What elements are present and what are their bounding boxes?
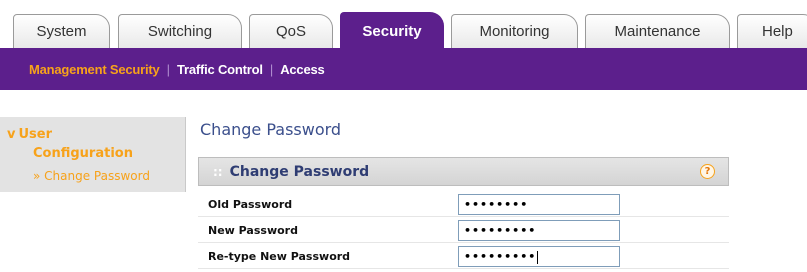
page-title: Change Password (200, 120, 342, 139)
retype-password-field[interactable]: ••••••••• (458, 246, 620, 267)
tab-maintenance[interactable]: Maintenance (585, 14, 730, 48)
sub-navigation: Management Security | Traffic Control | … (0, 48, 807, 90)
subnav-separator: | (166, 61, 170, 77)
expand-arrow-icon: v (7, 127, 16, 142)
sidebar-item-change-password[interactable]: » Change Password (33, 169, 150, 183)
subnav-traffic-control[interactable]: Traffic Control (177, 62, 263, 77)
help-icon[interactable]: ? (700, 164, 715, 179)
retype-password-value: ••••••••• (464, 250, 537, 263)
tab-qos[interactable]: QoS (249, 14, 333, 48)
form-row-new-password: New Password ••••••••• (198, 218, 729, 243)
retype-password-label: Re-type New Password (208, 250, 351, 263)
sidebar-section-user-configuration[interactable]: v User Configuration (7, 125, 182, 163)
sidebar-section-label: User (18, 127, 53, 142)
old-password-label: Old Password (208, 198, 293, 211)
subnav-management-security[interactable]: Management Security (29, 62, 160, 77)
grip-icon: :: (213, 164, 223, 179)
panel-header: :: Change Password ? (198, 157, 729, 186)
old-password-field[interactable]: •••••••• (458, 194, 620, 215)
subnav-separator: | (269, 61, 274, 77)
tab-system[interactable]: System (13, 14, 110, 48)
tab-monitoring[interactable]: Monitoring (451, 14, 578, 48)
panel-title: Change Password (229, 163, 370, 180)
side-menu: v User Configuration » Change Password (0, 117, 186, 192)
tab-switching[interactable]: Switching (118, 14, 242, 48)
tab-security[interactable]: Security (340, 12, 444, 55)
new-password-field[interactable]: ••••••••• (458, 220, 620, 241)
form-row-retype-password: Re-type New Password ••••••••• (198, 244, 729, 269)
form-row-old-password: Old Password •••••••• (198, 192, 729, 217)
new-password-label: New Password (208, 224, 298, 237)
top-tab-bar: System Switching QoS Security Monitoring… (0, 0, 807, 55)
sidebar-section-label-2: Configuration (33, 146, 133, 161)
subnav-access[interactable]: Access (280, 62, 325, 77)
tab-help[interactable]: Help (737, 14, 807, 48)
text-caret (537, 250, 539, 264)
